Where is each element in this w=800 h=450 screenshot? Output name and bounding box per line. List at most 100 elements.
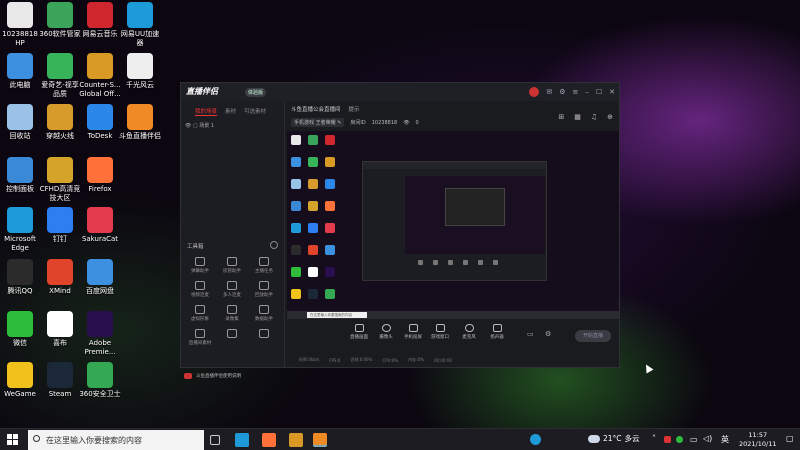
desktop-icon[interactable]: SakuraCat	[74, 207, 126, 244]
wechat-icon	[7, 311, 33, 337]
tool-button[interactable]: 多人连麦	[217, 281, 247, 298]
csgo-icon[interactable]	[289, 433, 303, 447]
category-select[interactable]: 手机游戏 王者荣耀 ✎	[291, 118, 345, 127]
tool-label: 弹幕助手	[191, 269, 209, 274]
desktop-icon-label: 千光风云	[126, 81, 154, 89]
ime-indicator[interactable]: 英	[721, 434, 729, 445]
camera-button[interactable]: 摄像头	[374, 324, 398, 340]
tool-icon	[195, 305, 205, 314]
tab-tips[interactable]: 提示	[349, 105, 360, 113]
preview-icon	[291, 245, 301, 255]
tool-icon	[227, 257, 237, 266]
search-box[interactable]: 在这里输入你要搜索的内容	[28, 430, 204, 450]
tool-button[interactable]: 数据助手	[249, 305, 279, 322]
desktop-icon[interactable]: Adobe Premie...	[74, 311, 126, 357]
network-icon[interactable]: ▭	[690, 435, 698, 444]
tab-room-title[interactable]: 斗鱼直播公会直播间	[291, 105, 341, 113]
xmind-icon	[47, 259, 73, 285]
scene-item[interactable]: 👁 ▢ 场景 1	[185, 122, 214, 129]
tool-button[interactable]	[249, 329, 279, 340]
tool-label: 视频连麦	[191, 293, 209, 298]
gift-icon[interactable]: ⊞	[558, 113, 564, 121]
preview-icon	[308, 179, 318, 189]
stream-controls: 直播画面 摄像头 手机投屏 游戏窗口 麦克风 扬声器 ▭ ⚙ 开始直播	[287, 321, 619, 347]
tool-label: 录像集	[225, 317, 239, 322]
tool-button[interactable]: 回放助手	[249, 281, 279, 298]
desktop-icon[interactable]: 斗鱼直播伴侣	[114, 104, 166, 141]
settings-icon[interactable]: ⚙	[545, 330, 551, 338]
sidebar-footer[interactable]: 斗鱼直播伴侣使用说明	[184, 373, 241, 379]
sidebar: 我的场景 素材 可选素材 👁 ▢ 场景 1 工具箱 弹幕助手 房管助手 主播任务 视频…	[181, 101, 285, 379]
microphone-button[interactable]: 麦克风	[457, 324, 481, 340]
tool-label: 主播任务	[255, 269, 273, 274]
tools-settings-icon[interactable]	[270, 241, 278, 249]
maximize-icon[interactable]: ☐	[596, 87, 602, 100]
calendar-icon[interactable]: ▦	[574, 113, 581, 121]
tool-button[interactable]: 房管助手	[217, 257, 247, 274]
window-controls: ✉ ⚙ ≡ – ☐ ✕	[529, 87, 615, 100]
cloud-icon	[588, 434, 600, 443]
desktop-icon[interactable]: Firefox	[74, 157, 126, 194]
tab-my-scenes[interactable]: 我的场景	[195, 107, 218, 116]
360-software-icon	[47, 2, 73, 28]
weather-desc: 多云	[624, 434, 640, 443]
speaker-button[interactable]: 扬声器	[485, 324, 509, 340]
preview-icon	[308, 135, 318, 145]
title-bar[interactable]: 直播伴侣 体验版 ✉ ⚙ ≡ – ☐ ✕	[181, 83, 619, 101]
qq-icon	[7, 259, 33, 285]
bell-icon[interactable]: ♫	[591, 113, 597, 121]
360-safe-icon	[87, 362, 113, 388]
game-window-button[interactable]: 游戏窗口	[428, 324, 452, 340]
tool-label: 数据助手	[255, 317, 273, 322]
tool-button[interactable]: 主播任务	[249, 257, 279, 274]
weather-widget[interactable]: 21°C 多云	[588, 433, 640, 444]
scene-name: 场景 1	[199, 123, 215, 129]
preview-icon	[325, 245, 335, 255]
tool-button[interactable]: 弹幕助手	[185, 257, 215, 274]
desktop-icon[interactable]: 360安全卫士	[74, 362, 126, 399]
status-bar: 码率:0kb/s FPS:0 丢帧:0.00% CPU:0% 内存:0% 00:…	[287, 355, 619, 365]
firefox-icon[interactable]	[262, 433, 276, 447]
clock[interactable]: 11:57 2021/10/11	[739, 431, 776, 449]
preview-icon	[325, 267, 335, 277]
desktop-icon[interactable]: 千光风云	[114, 53, 166, 90]
volume-icon[interactable]: ◁)	[703, 434, 712, 443]
edge-icon[interactable]	[235, 433, 249, 447]
capture-screen-button[interactable]: 直播画面	[347, 324, 371, 340]
tab-materials[interactable]: 素材	[225, 107, 236, 116]
tool-button[interactable]: 视频连麦	[185, 281, 215, 298]
tab-optional-materials[interactable]: 可选素材	[244, 107, 266, 116]
tool-icon	[259, 329, 269, 338]
wechat-tray-icon[interactable]	[676, 436, 683, 443]
tool-button[interactable]: 虚拟形象	[185, 305, 215, 322]
record-icon[interactable]	[529, 87, 540, 100]
tray-app-icon[interactable]	[664, 436, 671, 443]
netease-music-icon	[87, 2, 113, 28]
record-icon[interactable]: ▭	[527, 330, 534, 338]
chevron-up-icon[interactable]: ˄	[652, 434, 656, 443]
tool-button[interactable]: 直播间素材	[185, 329, 215, 346]
task-view-icon[interactable]	[210, 435, 220, 445]
message-icon[interactable]: ✉	[546, 87, 552, 100]
start-button[interactable]	[7, 434, 19, 446]
minimize-icon[interactable]: –	[585, 87, 589, 100]
phone-cast-button[interactable]: 手机投屏	[401, 324, 425, 340]
tool-button[interactable]	[217, 329, 247, 340]
room-actions: ⊞ ▦ ♫ ⊕	[558, 113, 613, 121]
desktop-icon[interactable]: 网易UU加速 器	[114, 2, 166, 48]
tool-button[interactable]: 录像集	[217, 305, 247, 322]
help-icon[interactable]	[530, 434, 541, 445]
menu-icon[interactable]: ≡	[572, 87, 578, 100]
douyu-icon[interactable]	[313, 433, 327, 447]
start-live-button[interactable]: 开始直播	[575, 330, 611, 342]
close-icon[interactable]: ✕	[609, 87, 615, 100]
baidu-netdisk-icon	[87, 259, 113, 285]
footer-link: 斗鱼直播伴侣使用说明	[196, 374, 241, 379]
recycle-bin-icon	[7, 104, 33, 130]
share-icon[interactable]: ⊕	[607, 113, 613, 121]
desktop-icon-label: 网易UU加速 器	[120, 30, 160, 47]
stream-preview[interactable]: 在这里输入你要搜索的内容	[287, 131, 619, 319]
notification-icon[interactable]: ▢	[786, 434, 794, 443]
settings-icon[interactable]: ⚙	[559, 87, 565, 100]
desktop-icon[interactable]: 百度网盘	[74, 259, 126, 296]
